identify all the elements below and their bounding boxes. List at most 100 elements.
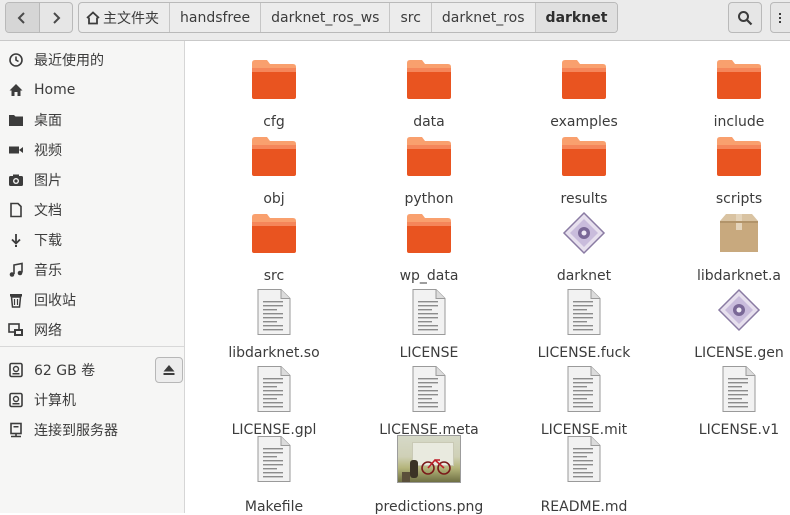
breadcrumb-label: darknet_ros_ws bbox=[271, 9, 380, 26]
video-icon bbox=[8, 142, 24, 158]
sidebar-item-music[interactable]: 音乐 bbox=[0, 256, 184, 284]
sidebar-item-label: 连接到服务器 bbox=[34, 423, 118, 439]
folder-item[interactable]: include bbox=[669, 57, 790, 133]
image-thumbnail bbox=[359, 435, 499, 485]
breadcrumb-home[interactable]: 主文件夹 bbox=[79, 3, 170, 32]
search-icon bbox=[738, 10, 753, 25]
sidebar: 最近使用的 Home 桌面 视频 图片 文档 下载 音乐 回收站 网络 62 G… bbox=[0, 41, 185, 513]
file-item[interactable]: LICENSE.v1 bbox=[669, 365, 790, 441]
eject-icon bbox=[163, 365, 175, 375]
sidebar-item-label: Home bbox=[34, 82, 76, 98]
file-name-label: scripts bbox=[715, 191, 763, 207]
folder-item[interactable]: data bbox=[359, 57, 499, 133]
breadcrumb-darknet-ros-ws[interactable]: darknet_ros_ws bbox=[261, 3, 391, 32]
sidebar-item-computer[interactable]: 计算机 bbox=[0, 386, 184, 414]
file-item[interactable]: README.md bbox=[514, 435, 654, 515]
folder-icon bbox=[359, 57, 499, 107]
breadcrumb-handsfree[interactable]: handsfree bbox=[170, 3, 262, 32]
hamburger-menu-icon bbox=[779, 12, 781, 23]
sidebar-item-label: 62 GB 卷 bbox=[34, 363, 96, 379]
folder-item[interactable]: src bbox=[204, 211, 344, 287]
folder-icon bbox=[669, 134, 790, 184]
file-item[interactable]: LICENSE.gen bbox=[669, 288, 790, 364]
sidebar-item-home[interactable]: Home bbox=[0, 76, 184, 104]
file-name-label: LICENSE.v1 bbox=[698, 422, 780, 438]
breadcrumb-label: src bbox=[400, 9, 421, 26]
search-button[interactable] bbox=[728, 2, 762, 33]
sidebar-item-desktop[interactable]: 桌面 bbox=[0, 106, 184, 134]
file-name-label: LICENSE bbox=[399, 345, 459, 361]
text-file-icon bbox=[514, 288, 654, 338]
breadcrumb-src[interactable]: src bbox=[390, 3, 432, 32]
recent-clock-icon bbox=[8, 52, 24, 68]
file-item[interactable]: libdarknet.so bbox=[204, 288, 344, 364]
sidebar-item-label: 回收站 bbox=[34, 293, 76, 309]
text-file-icon bbox=[204, 365, 344, 415]
file-item[interactable]: LICENSE.fuck bbox=[514, 288, 654, 364]
breadcrumb-darknet-ros[interactable]: darknet_ros bbox=[432, 3, 536, 32]
folder-icon bbox=[204, 57, 344, 107]
sidebar-item-label: 网络 bbox=[34, 323, 62, 339]
file-name-label: python bbox=[404, 191, 454, 207]
server-icon bbox=[8, 422, 24, 438]
file-name-label: data bbox=[413, 114, 445, 130]
file-item[interactable]: darknet bbox=[514, 211, 654, 287]
sidebar-item-connect-server[interactable]: 连接到服务器 bbox=[0, 416, 184, 444]
file-name-label: results bbox=[560, 191, 608, 207]
sidebar-item-network[interactable]: 网络 bbox=[0, 316, 184, 344]
sidebar-item-label: 下载 bbox=[34, 233, 62, 249]
navigation-buttons bbox=[5, 2, 73, 33]
computer-drive-icon bbox=[8, 392, 24, 408]
file-item[interactable]: Makefile bbox=[204, 435, 344, 515]
chevron-right-icon bbox=[53, 11, 61, 24]
folder-item[interactable]: wp_data bbox=[359, 211, 499, 287]
file-item[interactable]: LICENSE.meta bbox=[359, 365, 499, 441]
file-name-label: examples bbox=[550, 114, 618, 130]
menu-button[interactable] bbox=[770, 2, 790, 33]
breadcrumb-darknet[interactable]: darknet bbox=[535, 3, 618, 32]
text-file-icon bbox=[359, 365, 499, 415]
sidebar-divider bbox=[0, 346, 184, 347]
folder-item[interactable]: obj bbox=[204, 134, 344, 210]
sidebar-item-recent[interactable]: 最近使用的 bbox=[0, 46, 184, 74]
breadcrumb-label: handsfree bbox=[180, 9, 251, 26]
download-icon bbox=[8, 232, 24, 248]
file-name-label: libdarknet.so bbox=[228, 345, 320, 361]
file-name-label: darknet bbox=[556, 268, 612, 284]
forward-button[interactable] bbox=[40, 3, 73, 32]
folder-icon bbox=[514, 57, 654, 107]
file-item[interactable]: predictions.png bbox=[359, 435, 499, 515]
file-item[interactable]: LICENSE bbox=[359, 288, 499, 364]
folder-item[interactable]: examples bbox=[514, 57, 654, 133]
sidebar-item-label: 图片 bbox=[34, 173, 62, 189]
sidebar-item-label: 视频 bbox=[34, 143, 62, 159]
text-file-icon bbox=[359, 288, 499, 338]
sidebar-item-pictures[interactable]: 图片 bbox=[0, 166, 184, 194]
folder-icon bbox=[669, 57, 790, 107]
sidebar-item-downloads[interactable]: 下载 bbox=[0, 226, 184, 254]
text-file-icon bbox=[204, 435, 344, 485]
sidebar-item-trash[interactable]: 回收站 bbox=[0, 286, 184, 314]
breadcrumb-label: darknet bbox=[545, 9, 608, 26]
folder-icon bbox=[204, 134, 344, 184]
back-button[interactable] bbox=[6, 3, 40, 32]
folder-item[interactable]: scripts bbox=[669, 134, 790, 210]
text-file-icon bbox=[514, 365, 654, 415]
sidebar-item-label: 文档 bbox=[34, 203, 62, 219]
archive-icon bbox=[669, 211, 790, 261]
file-item[interactable]: LICENSE.gpl bbox=[204, 365, 344, 441]
file-name-label: libdarknet.a bbox=[697, 268, 781, 284]
sidebar-item-videos[interactable]: 视频 bbox=[0, 136, 184, 164]
folder-item[interactable]: cfg bbox=[204, 57, 344, 133]
file-item[interactable]: libdarknet.a bbox=[669, 211, 790, 287]
eject-button[interactable] bbox=[155, 357, 183, 383]
header-bar: 主文件夹 handsfree darknet_ros_ws src darkne… bbox=[0, 0, 790, 41]
folder-item[interactable]: python bbox=[359, 134, 499, 210]
file-item[interactable]: LICENSE.mit bbox=[514, 365, 654, 441]
sidebar-item-documents[interactable]: 文档 bbox=[0, 196, 184, 224]
folder-icon bbox=[204, 211, 344, 261]
sidebar-item-label: 桌面 bbox=[34, 113, 62, 129]
breadcrumb-label: darknet_ros bbox=[441, 9, 525, 26]
folder-item[interactable]: results bbox=[514, 134, 654, 210]
folder-icon bbox=[514, 134, 654, 184]
